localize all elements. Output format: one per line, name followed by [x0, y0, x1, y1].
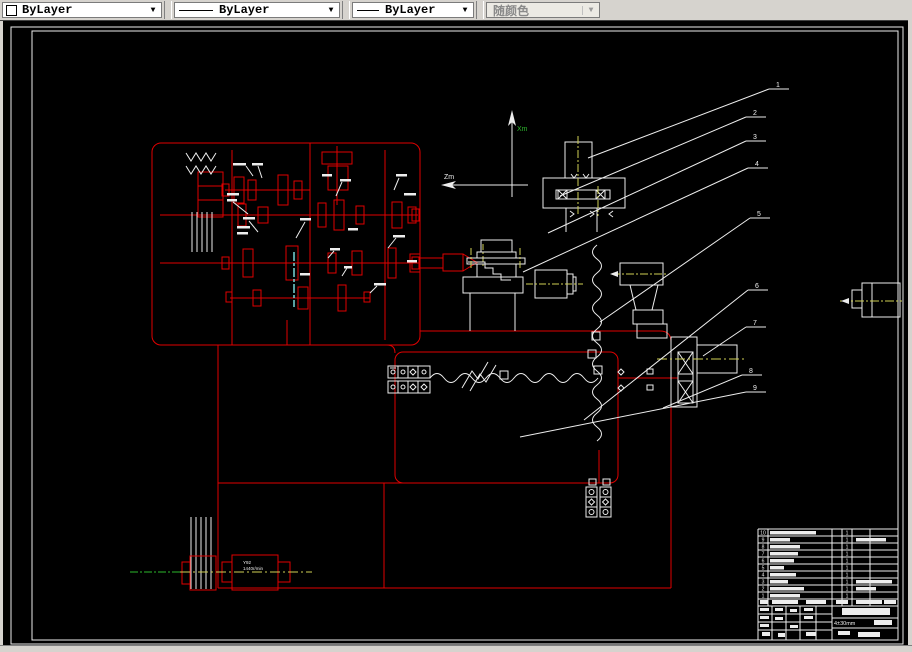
window-frame-bottom	[0, 645, 912, 652]
leader-number: 1	[776, 82, 780, 89]
plot-style-combobox: 随颜色 ▼	[486, 2, 600, 19]
x-ballscrew	[429, 361, 599, 392]
quill-centerline	[840, 298, 902, 304]
belt-pulley-detail	[185, 152, 217, 252]
tailstock-quill	[851, 282, 901, 318]
lineweight-value: ByLayer	[385, 3, 436, 17]
color-value: ByLayer	[22, 3, 73, 17]
leader-number: 8	[749, 368, 753, 375]
bom-text-blobs	[760, 531, 896, 637]
toolbar-separator	[342, 1, 350, 19]
toolbar-separator	[476, 1, 484, 19]
bom-qty: 1	[846, 559, 849, 565]
drawing-canvas[interactable]: Xm Zm 1 2 3 4 5 6 7 8 9 Y92 1440r/min 10…	[3, 21, 908, 646]
leader-number: 6	[755, 283, 759, 290]
z-axis-label: Zm	[444, 174, 454, 181]
bom-item-number: 4	[762, 573, 765, 579]
bom-qty: 1	[846, 552, 849, 558]
lineweight-line-icon	[357, 9, 379, 11]
bom-qty: 1	[846, 545, 849, 551]
linetype-line-icon	[179, 9, 213, 11]
plot-style-value: 随颜色	[493, 4, 530, 19]
tolerance-frame-x	[387, 365, 431, 394]
linetype-value: ByLayer	[219, 3, 270, 17]
bom-qty: 1	[846, 573, 849, 579]
bom-item-number: 2	[762, 587, 765, 593]
turret-assembly	[542, 141, 626, 232]
lineweight-combobox[interactable]: ByLayer ▼	[352, 2, 474, 18]
motor-model-label: Y92	[243, 560, 252, 565]
x-axis-label: Xm	[517, 126, 528, 133]
gearbox-schematic	[160, 143, 421, 345]
chevron-down-icon: ▼	[582, 5, 599, 15]
properties-toolbar: ByLayer ▼ ByLayer ▼ ByLayer ▼ 随颜色 ▼	[0, 0, 912, 21]
leader-number: 4	[755, 161, 759, 168]
bom-qty: 1	[846, 538, 849, 544]
bracket-centerline	[610, 271, 668, 277]
bom-item-number: 5	[762, 566, 765, 572]
gearbox-label-leaders	[232, 165, 400, 294]
bom-qty: 1	[846, 566, 849, 572]
bom-item-number: 8	[762, 545, 765, 551]
leader-number: 3	[753, 134, 757, 141]
bom-item-number: 9	[762, 538, 765, 544]
drive-motor-group: Y92 1440r/min	[130, 517, 312, 591]
bom-item-number: 6	[762, 559, 765, 565]
leader-number: 7	[753, 320, 757, 327]
bom-item-number: 10	[760, 531, 766, 537]
bearing-assembly	[617, 336, 738, 408]
workpiece-detail	[468, 244, 511, 281]
window-frame-right	[908, 0, 912, 652]
leader-number: 5	[757, 211, 761, 218]
color-swatch-icon	[6, 4, 17, 16]
bom-qty: 1	[846, 580, 849, 586]
chevron-down-icon[interactable]: ▼	[323, 6, 339, 15]
toolbar-separator	[164, 1, 172, 19]
color-combobox[interactable]: ByLayer ▼	[2, 2, 162, 18]
motor-speed-label: 1440r/min	[243, 566, 264, 571]
leader-number: 2	[753, 110, 757, 117]
bom-item-number: 7	[762, 552, 765, 558]
linetype-combobox[interactable]: ByLayer ▼	[174, 2, 340, 18]
bom-spec-text: 4±30mm	[834, 621, 856, 627]
bom-item-number: 1	[762, 594, 765, 600]
tolerance-stack-z	[585, 478, 612, 518]
cross-slide-centerlines	[470, 248, 583, 285]
bom-item-number: 3	[762, 580, 765, 586]
leader-numbers: 1 2 3 4 5 6 7 8 9	[749, 82, 780, 392]
bom-qty: 1	[846, 594, 849, 600]
chevron-down-icon[interactable]: ▼	[457, 6, 473, 15]
chevron-down-icon[interactable]: ▼	[145, 6, 161, 15]
bom-qty: 1	[846, 531, 849, 537]
machine-axis-icon: Xm Zm	[441, 110, 528, 197]
leader-number: 9	[753, 385, 757, 392]
sheet-border	[10, 26, 904, 645]
bom-table: 10 9 8 7 6 5 4 3 2 1 1 1 1 1 1 1 1 1 1 1	[757, 528, 898, 640]
bom-qty: 1	[846, 587, 849, 593]
